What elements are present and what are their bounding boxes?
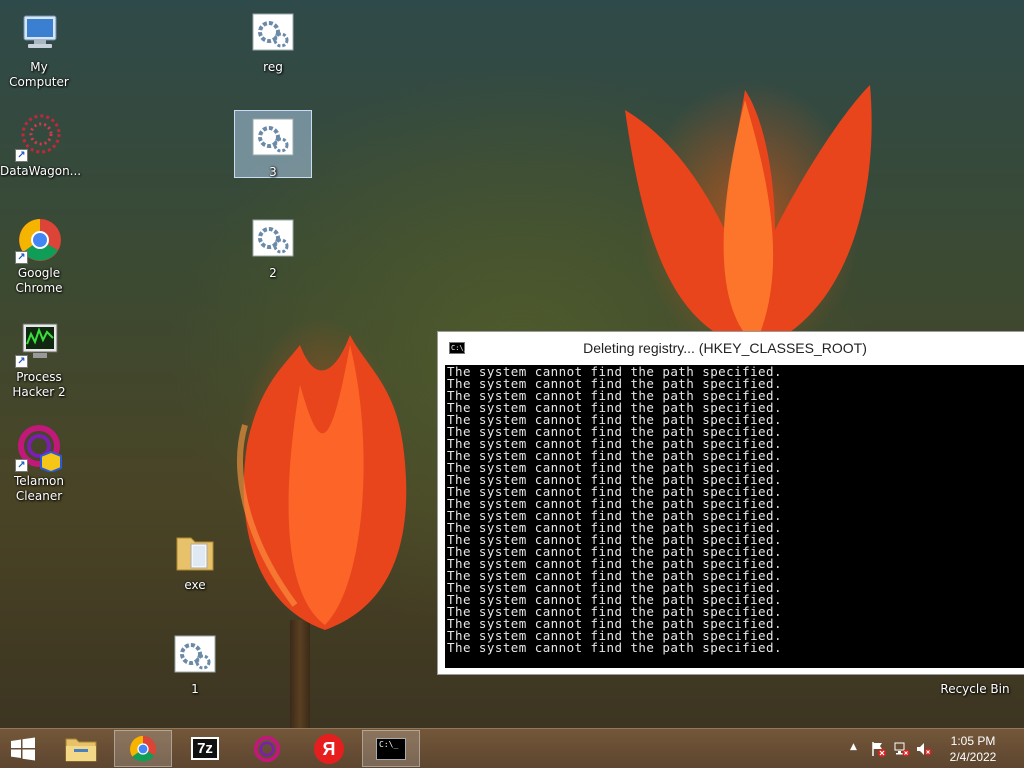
desktop-icon-process-hacker[interactable]: ↗ Process Hacker 2 xyxy=(0,320,78,400)
taskbar-file-explorer[interactable] xyxy=(52,730,110,767)
desktop-icon-3[interactable]: 3 xyxy=(234,110,312,179)
taskbar-7zip[interactable]: 7z xyxy=(176,730,234,767)
taskbar-command-prompt[interactable]: C:\_ xyxy=(362,730,420,767)
process-hacker-icon: ↗ xyxy=(15,320,63,368)
console-title: Deleting registry... (HKEY_CLASSES_ROOT) xyxy=(583,340,867,356)
desktop-icon-datawagon[interactable]: ↗ DataWagon... xyxy=(0,114,82,179)
desktop-icon-telamon-cleaner[interactable]: ↗ Telamon Cleaner xyxy=(0,424,78,504)
network-icon[interactable] xyxy=(894,741,910,760)
show-hidden-icons-button[interactable]: ▲ xyxy=(850,742,857,752)
batch-script-icon xyxy=(249,216,297,264)
telamon-cleaner-icon: ↗ xyxy=(15,424,63,474)
taskbar-clock[interactable]: 1:05 PM 2/4/2022 xyxy=(938,733,1008,765)
console-line: The system cannot find the path specifie… xyxy=(447,640,782,655)
7zip-icon: 7z xyxy=(191,737,219,760)
desktop-icon-label: 1 xyxy=(191,682,199,696)
wallpaper-tulip-right xyxy=(625,85,872,350)
registry-script-icon xyxy=(249,10,297,58)
system-tray: ▲ 1:05 PM 2/4/2022 xyxy=(844,729,1024,768)
yandex-icon: Я xyxy=(314,733,344,764)
desktop-icon-label: Telamon Cleaner xyxy=(14,474,64,503)
desktop-icon-recycle-bin[interactable]: Recycle Bin xyxy=(936,682,1014,697)
clock-date: 2/4/2022 xyxy=(949,750,997,764)
console-titlebar[interactable]: C:\_ Deleting registry... (HKEY_CLASSES_… xyxy=(438,332,1024,364)
taskbar-yandex[interactable]: Я xyxy=(300,730,358,767)
desktop-icon-1[interactable]: 1 xyxy=(156,632,234,697)
desktop-icon-label: reg xyxy=(263,60,283,74)
folder-icon xyxy=(171,528,219,576)
shortcut-arrow-icon: ↗ xyxy=(15,149,28,162)
windows-logo-icon xyxy=(11,737,35,761)
taskbar-google-chrome[interactable] xyxy=(114,730,172,767)
datawagon-icon: ↗ xyxy=(15,114,63,162)
console-output[interactable]: The system cannot find the path specifie… xyxy=(445,365,1024,668)
desktop-icon-exe[interactable]: exe xyxy=(156,528,234,593)
batch-script-icon xyxy=(171,632,219,680)
desktop-icon-label: 3 xyxy=(269,165,277,179)
console-window[interactable]: C:\_ Deleting registry... (HKEY_CLASSES_… xyxy=(437,331,1024,675)
desktop-icon-label: Google Chrome xyxy=(15,266,63,295)
file-explorer-icon xyxy=(65,738,97,761)
shortcut-arrow-icon: ↗ xyxy=(15,459,28,472)
desktop-icon-label: My Computer xyxy=(9,60,69,89)
my-computer-icon xyxy=(15,10,63,58)
taskbar-telamon-cleaner[interactable] xyxy=(238,730,296,767)
chrome-icon xyxy=(129,735,157,762)
clock-time: 1:05 PM xyxy=(950,734,996,748)
desktop-icon-google-chrome[interactable]: ↗ Google Chrome xyxy=(0,216,78,296)
telamon-icon xyxy=(253,735,281,762)
wallpaper-tulip-left xyxy=(237,335,407,630)
desktop-icon-label: Recycle Bin xyxy=(940,682,1010,696)
cmd-icon: C:\_ xyxy=(376,737,406,760)
desktop-icon-my-computer[interactable]: My Computer xyxy=(0,10,78,90)
desktop-icon-label: 2 xyxy=(269,266,277,280)
chrome-icon: ↗ xyxy=(15,216,63,264)
start-button[interactable] xyxy=(8,737,38,761)
shortcut-arrow-icon: ↗ xyxy=(15,355,28,368)
desktop-icon-2[interactable]: 2 xyxy=(234,216,312,281)
shortcut-arrow-icon: ↗ xyxy=(15,251,28,264)
desktop-icon-reg[interactable]: reg xyxy=(234,10,312,75)
desktop-icon-label: Process Hacker 2 xyxy=(12,370,66,399)
desktop-icon-label: exe xyxy=(184,578,206,592)
desktop-icon-label: DataWagon... xyxy=(0,164,82,178)
action-center-flag-icon[interactable] xyxy=(870,741,886,760)
volume-muted-icon[interactable] xyxy=(916,741,932,760)
taskbar: 7z Я C:\_ ▲ 1:05 PM 2/4/2022 xyxy=(0,728,1024,768)
batch-script-icon xyxy=(249,115,297,163)
